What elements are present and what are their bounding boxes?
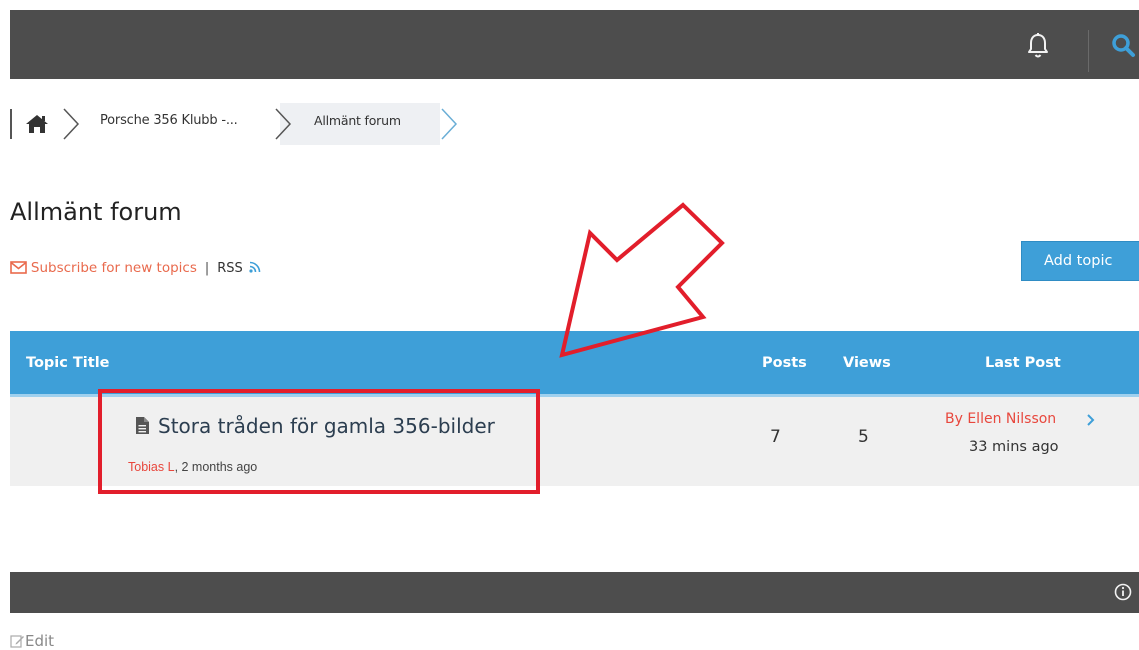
subscribe-link[interactable]: Subscribe for new topics — [31, 260, 197, 276]
table-row: Stora tråden för gamla 356-bilder Tobias… — [10, 397, 1139, 486]
edit-label: Edit — [25, 632, 55, 650]
column-header-last-post[interactable]: Last Post — [985, 355, 1061, 371]
chevron-right-icon — [441, 108, 458, 140]
footer-bar — [10, 572, 1139, 613]
chevron-right-icon — [275, 108, 292, 140]
add-topic-button[interactable]: Add topic — [1021, 241, 1139, 281]
search-icon[interactable] — [1110, 32, 1138, 60]
home-icon[interactable] — [24, 113, 50, 135]
topbar-divider — [1088, 30, 1089, 72]
topic-meta: Tobias L, 2 months ago — [128, 460, 257, 474]
chevron-right-icon — [63, 108, 80, 140]
document-icon — [136, 417, 149, 434]
topic-created-time: , 2 months ago — [174, 460, 258, 474]
edit-link[interactable]: Edit — [10, 632, 54, 650]
posts-count: 7 — [770, 427, 781, 447]
page-title: Allmänt forum — [10, 198, 182, 226]
edit-icon — [10, 635, 24, 648]
column-header-posts[interactable]: Posts — [762, 355, 807, 371]
chevron-right-icon[interactable] — [1086, 413, 1096, 427]
topic-title-link[interactable]: Stora tråden för gamla 356-bilder — [158, 414, 495, 438]
topic-author-link[interactable]: Tobias L — [128, 460, 175, 474]
breadcrumb-forum-group[interactable]: Porsche 356 Klubb -... — [100, 113, 238, 128]
rss-icon[interactable] — [249, 261, 261, 273]
separator: | — [204, 260, 210, 276]
breadcrumb-current-forum[interactable]: Allmänt forum — [314, 113, 401, 128]
bell-icon[interactable] — [1026, 32, 1050, 60]
column-header-topic-title[interactable]: Topic Title — [26, 355, 110, 371]
info-icon[interactable] — [1114, 583, 1132, 601]
last-post-author-link[interactable]: By Ellen Nilsson — [945, 411, 1056, 427]
envelope-icon[interactable] — [10, 261, 27, 274]
breadcrumb-start-line — [10, 109, 12, 139]
rss-link[interactable]: RSS — [217, 261, 243, 276]
topic-table-header: Topic Title Posts Views Last Post — [10, 331, 1139, 397]
subscribe-row: Subscribe for new topics | RSS — [10, 259, 261, 276]
top-bar — [10, 10, 1139, 79]
views-count: 5 — [858, 427, 869, 447]
last-post-time: 33 mins ago — [969, 439, 1059, 455]
column-header-views[interactable]: Views — [843, 355, 891, 371]
